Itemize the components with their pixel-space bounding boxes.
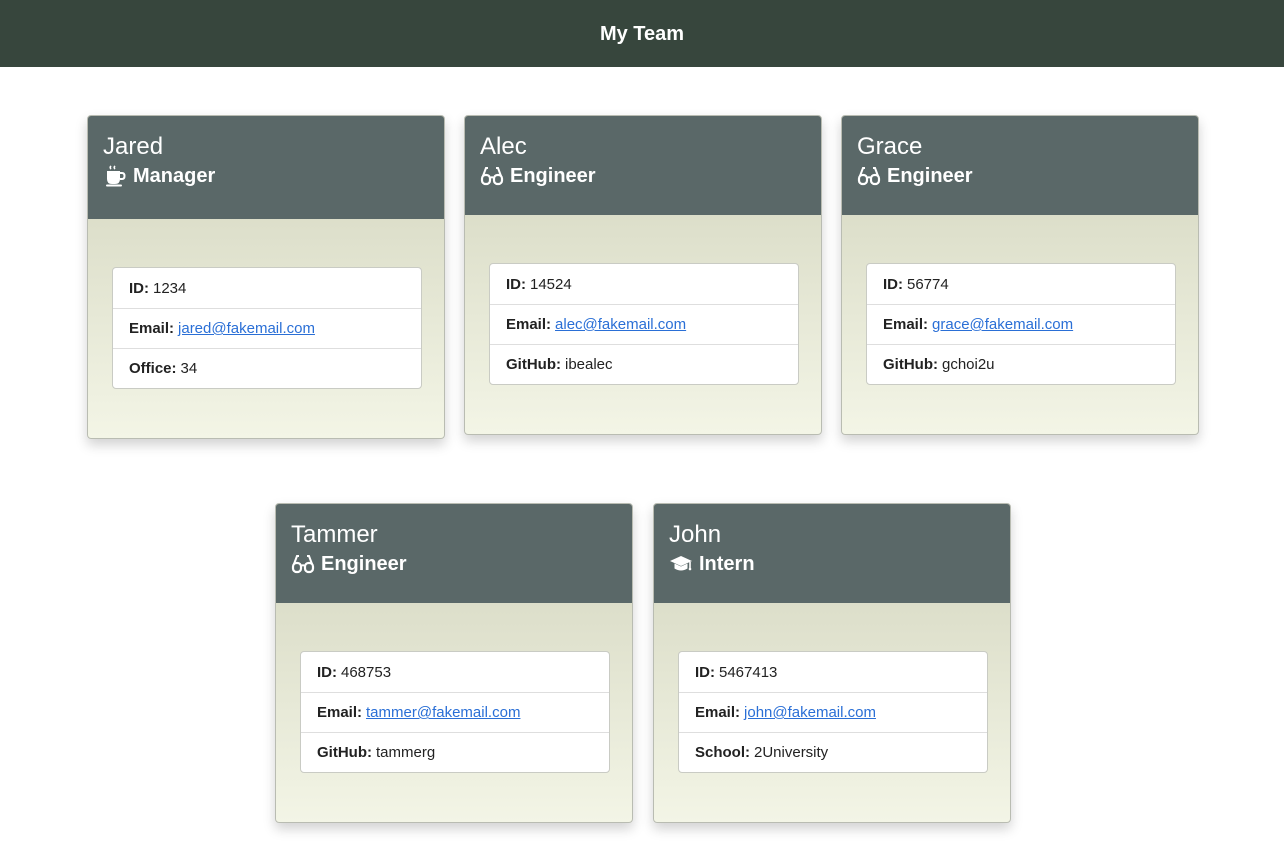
id-value: 14524 [530, 275, 572, 293]
employee-role-label: Engineer [510, 165, 596, 187]
email-row: Email: john@fakemail.com [679, 692, 987, 732]
email-link[interactable]: john@fakemail.com [744, 704, 876, 721]
card-header: Jared Manager [88, 116, 444, 219]
id-value: 56774 [907, 275, 949, 293]
email-label: Email: [695, 704, 741, 721]
info-list: ID: 1234 Email: jared@fakemail.com Office:… [112, 267, 422, 389]
info-list: ID: 5467413 Email: john@fakemail.com Schoo… [678, 651, 988, 773]
employee-card-grace: Grace Engineer ID: 56774 Email: grace@fake… [841, 115, 1199, 435]
card-body: ID: 14524 Email: alec@fakemail.com GitHub:… [465, 215, 821, 434]
top-bar: My Team [0, 0, 1284, 67]
id-row: ID: 468753 [301, 652, 609, 692]
employee-name: Alec [480, 133, 527, 160]
glasses-icon [291, 553, 315, 575]
github-value: ibealec [564, 356, 613, 373]
employee-name: John [669, 521, 722, 548]
card-body: ID: 468753 Email: tammer@fakemail.com GitH… [276, 603, 632, 822]
school-value: 2University [754, 744, 829, 761]
employee-role-label: Engineer [321, 553, 407, 575]
card-body: ID: 1234 Email: jared@fakemail.com Office:… [88, 219, 444, 438]
card-header: Grace Engineer [842, 116, 1198, 215]
email-link[interactable]: alec@fakemail.com [555, 316, 686, 333]
coffee-icon [103, 165, 127, 187]
glasses-icon [857, 165, 881, 187]
glasses-icon [480, 165, 504, 187]
office-row: Office: 34 [113, 348, 421, 388]
employee-role: Engineer [291, 552, 617, 576]
id-row: ID: 1234 [113, 268, 421, 308]
id-value: 5467413 [719, 663, 778, 681]
id-label: ID: [695, 663, 715, 681]
id-row: ID: 56774 [867, 264, 1175, 304]
github-label: GitHub: [506, 356, 561, 373]
graduation-cap-icon [669, 553, 693, 575]
email-link[interactable]: jared@fakemail.com [178, 320, 315, 337]
id-label: ID: [883, 275, 903, 293]
info-list: ID: 56774 Email: grace@fakemail.com GitHub… [866, 263, 1176, 385]
id-label: ID: [506, 275, 526, 293]
github-row: GitHub: ibealec [490, 344, 798, 384]
id-value: 468753 [341, 663, 392, 681]
school-label: School: [695, 744, 750, 761]
github-row: GitHub: tammerg [301, 732, 609, 772]
id-label: ID: [129, 279, 149, 297]
office-value: 34 [180, 360, 198, 377]
email-row: Email: grace@fakemail.com [867, 304, 1175, 344]
employee-role-label: Intern [699, 553, 755, 575]
email-link[interactable]: tammer@fakemail.com [366, 704, 520, 721]
email-row: Email: alec@fakemail.com [490, 304, 798, 344]
email-link[interactable]: grace@fakemail.com [932, 316, 1073, 333]
employee-name: Tammer [291, 521, 378, 548]
school-row: School: 2University [679, 732, 987, 772]
email-label: Email: [506, 316, 552, 333]
email-label: Email: [317, 704, 363, 721]
card-header: John Intern [654, 504, 1010, 603]
card-body: ID: 56774 Email: grace@fakemail.com GitHub… [842, 215, 1198, 434]
info-list: ID: 14524 Email: alec@fakemail.com GitHub:… [489, 263, 799, 385]
employee-role: Manager [103, 164, 429, 188]
email-label: Email: [883, 316, 929, 333]
employee-role: Engineer [480, 164, 806, 188]
employee-card-jared: Jared Manager ID: 1234 Email: jared@fakema… [87, 115, 445, 439]
employee-name: Jared [103, 133, 164, 160]
employee-card-john: John Intern ID: 5467413 Email: john@fakema… [653, 503, 1011, 823]
employee-name: Grace [857, 133, 923, 160]
page-title: My Team [599, 22, 685, 45]
github-label: GitHub: [317, 744, 372, 761]
github-row: GitHub: gchoi2u [867, 344, 1175, 384]
id-label: ID: [317, 663, 337, 681]
employee-role: Intern [669, 552, 995, 576]
info-list: ID: 468753 Email: tammer@fakemail.com GitH… [300, 651, 610, 773]
employee-card-tammer: Tammer Engineer ID: 468753 Email: tammer@f… [275, 503, 633, 823]
employee-role-label: Engineer [887, 165, 973, 187]
email-row: Email: jared@fakemail.com [113, 308, 421, 348]
github-label: GitHub: [883, 356, 938, 373]
id-row: ID: 14524 [490, 264, 798, 304]
id-value: 1234 [153, 279, 187, 297]
id-row: ID: 5467413 [679, 652, 987, 692]
email-row: Email: tammer@fakemail.com [301, 692, 609, 732]
card-header: Tammer Engineer [276, 504, 632, 603]
employee-role-label: Manager [133, 165, 216, 187]
github-value: tammerg [375, 744, 436, 761]
employee-role: Engineer [857, 164, 1183, 188]
employee-card-alec: Alec Engineer ID: 14524 Email: alec@fakema… [464, 115, 822, 435]
card-header: Alec Engineer [465, 116, 821, 215]
office-label: Office: [129, 360, 177, 377]
email-label: Email: [129, 320, 175, 337]
card-body: ID: 5467413 Email: john@fakemail.com Schoo… [654, 603, 1010, 822]
github-value: gchoi2u [941, 356, 995, 373]
